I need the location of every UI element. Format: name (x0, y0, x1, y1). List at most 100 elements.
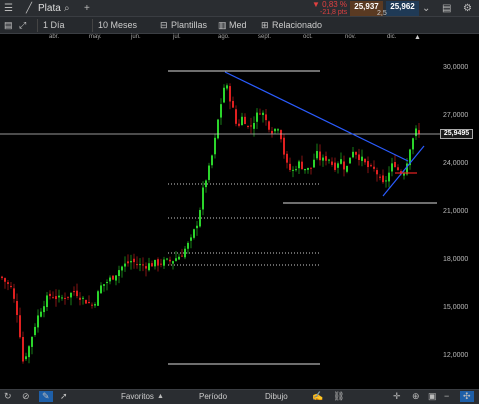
menu-icon[interactable]: ☰ (4, 3, 13, 14)
candle-body (253, 122, 255, 129)
candle-body (139, 264, 141, 266)
camera-icon[interactable]: ▣ (428, 391, 437, 402)
y-tick-label: 21,0000 (443, 208, 469, 215)
search-icon[interactable]: ⌕ (64, 3, 70, 14)
candle-body (136, 264, 138, 266)
related-icon[interactable]: ⊞ (261, 20, 269, 31)
chevron-down-icon[interactable]: ⌄ (422, 3, 430, 14)
candle-body (256, 112, 258, 122)
candle-body (247, 125, 249, 127)
period-button[interactable]: Período (199, 392, 227, 401)
candle-body (241, 116, 243, 126)
candle-body (226, 85, 228, 89)
chevron-up-icon[interactable]: ▲ (157, 393, 164, 400)
candle-body (199, 210, 201, 227)
y-tick-label: 30,0000 (443, 64, 469, 71)
candle-body (223, 87, 225, 103)
candle-body (64, 297, 66, 299)
candle-body (70, 292, 72, 298)
candle-body (259, 113, 261, 115)
candle-body (97, 291, 99, 306)
month-label: abr. (49, 34, 60, 40)
candle-body (301, 161, 303, 170)
favorites-button[interactable]: Favoritos (121, 392, 154, 401)
no-entry-icon[interactable]: ⊘ (22, 391, 30, 402)
candle-body (166, 258, 168, 260)
candle-body (325, 156, 327, 161)
candle-body (10, 285, 12, 287)
layout-icon[interactable]: ▤ (442, 3, 451, 14)
candle-body (214, 137, 216, 155)
title-bar: ☰ ╱ Plata ⌕ + ▼ 0,83 % -21,8 pts 25,937 … (0, 0, 479, 17)
month-label: oct. (303, 34, 313, 40)
candle-body (298, 161, 300, 169)
templates-icon[interactable]: ⊟ (160, 20, 168, 31)
candle-body (46, 295, 48, 308)
link-icon[interactable]: ⛓ (333, 391, 344, 402)
refresh-icon[interactable]: ↻ (4, 391, 12, 402)
timeframe-dropdown[interactable]: 1 Día (43, 20, 65, 30)
resize-icon[interactable]: ✣ (460, 391, 474, 402)
price-chart[interactable] (0, 43, 440, 387)
candle-body (121, 266, 123, 271)
candle-body (361, 156, 363, 161)
candle-body (286, 153, 288, 163)
zoom-icon[interactable]: ⊕ (412, 391, 420, 402)
candle-body (85, 299, 87, 304)
candle-body (79, 297, 81, 300)
candle-body (55, 296, 57, 300)
trendline (224, 71, 409, 162)
candle-body (316, 150, 318, 159)
candle-body (283, 137, 285, 155)
candle-body (175, 258, 177, 261)
pointer-icon[interactable]: ➚ (60, 391, 68, 402)
candle-body (127, 261, 129, 264)
candle-body (73, 291, 75, 293)
candle-body (244, 116, 246, 125)
month-label: may. (89, 34, 102, 40)
add-tab-button[interactable]: + (84, 3, 90, 14)
chart-line-icon: ╱ (26, 3, 33, 14)
candle-body (313, 159, 315, 168)
current-price-label: 25,9495 (440, 129, 473, 139)
candle-body (151, 263, 153, 267)
candle-body (397, 167, 399, 170)
crosshair-icon[interactable]: ✛ (393, 391, 401, 402)
candle-body (58, 295, 60, 298)
chart-type-icon[interactable]: ▥ (218, 20, 227, 31)
candle-body (124, 263, 126, 267)
templates-button[interactable]: Plantillas (171, 20, 207, 30)
range-dropdown[interactable]: 10 Meses (98, 20, 137, 30)
candle-body (13, 288, 15, 299)
candle-body (334, 162, 336, 170)
candle-body (40, 311, 42, 317)
candle-body (133, 258, 135, 263)
related-button[interactable]: Relacionado (272, 20, 322, 30)
candle-body (289, 163, 291, 171)
candle-body (304, 168, 306, 171)
candle-body (34, 326, 36, 336)
minus-icon[interactable]: − (444, 391, 449, 401)
scroll-up-icon[interactable]: ▲ (414, 34, 421, 41)
list-icon[interactable]: ▤ (4, 20, 13, 31)
y-tick-label: 18,0000 (443, 256, 469, 263)
settings-icon[interactable]: ⚙ (463, 3, 472, 14)
candle-body (49, 293, 51, 296)
candle-body (22, 336, 24, 362)
candle-body (28, 346, 30, 358)
ask-price-button[interactable]: 25,962 (386, 1, 419, 16)
text-tool-icon[interactable]: ✍ (312, 391, 323, 402)
candle-body (193, 229, 195, 238)
instrument-name[interactable]: Plata (38, 3, 61, 14)
candle-body (412, 138, 414, 150)
candle-body (142, 264, 144, 266)
pencil-icon[interactable]: ✎ (39, 391, 53, 402)
drawing-button[interactable]: Dibujo (265, 392, 288, 401)
candle-body (310, 167, 312, 169)
candle-body (157, 259, 159, 266)
chart-type-button[interactable]: Med (229, 20, 247, 30)
candle-body (274, 128, 276, 132)
candle-body (370, 165, 372, 167)
month-label: nov. (345, 34, 356, 40)
expand-icon[interactable]: ⤢ (19, 20, 26, 31)
